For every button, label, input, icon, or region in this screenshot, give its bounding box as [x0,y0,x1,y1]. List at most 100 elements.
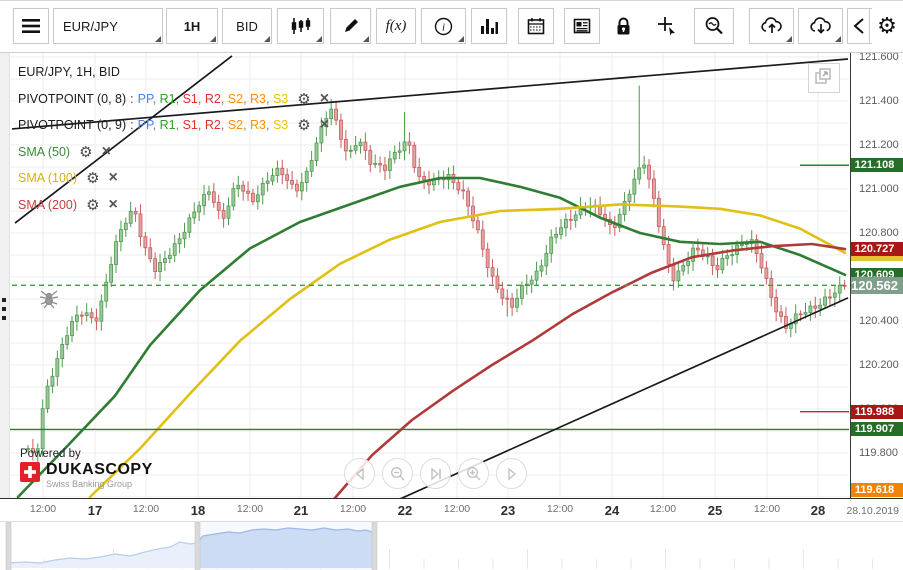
minimap-handle[interactable] [6,522,11,570]
draw-tools-button[interactable] [330,8,371,44]
dropdown-corner-icon [458,36,464,42]
chart-panel: EUR/JPY, 1H, BID PIVOTPOINT (0, 8) :PP, … [0,53,903,498]
gear-icon[interactable]: ⚙ [79,143,92,161]
spider-icon[interactable] [38,287,60,314]
skip-to-end-button[interactable] [420,458,451,489]
minimap-handle[interactable] [372,522,377,570]
dropdown-corner-icon [786,36,792,42]
trading-chart-app: EUR/JPY 1H BID f(x) i [0,0,903,570]
zoom-in-button[interactable] [458,458,489,489]
cloud-download-button[interactable] [798,8,843,44]
pencil-icon [342,17,360,35]
price-axis: 121.600121.400121.200121.000120.800120.6… [850,53,903,498]
minimap-range-selector[interactable] [0,521,903,570]
bid-ask-selector[interactable]: BID [222,8,272,44]
close-icon[interactable]: × [320,116,329,134]
zoom-tool-button[interactable] [694,8,734,44]
pivot-token-r2: R2 [205,118,221,132]
gear-icon[interactable]: ⚙ [297,116,310,134]
drag-handle-icon[interactable] [2,293,6,325]
branding: Powered by DUKASCOPY Swiss Banking Group [20,448,153,489]
magnifier-wave-icon [704,16,724,36]
pivot-token-s1: S1 [183,118,198,132]
time-tick-label: 12:00 [444,503,470,515]
scroll-left-button[interactable] [847,8,870,44]
price-tick-label: 120.400 [859,315,899,327]
time-tick-label: 18 [191,503,205,518]
dropdown-corner-icon [210,36,216,42]
price-tick-label: 121.600 [859,53,899,63]
date-label: 28.10.2019 [846,505,899,517]
pivot-token-s2: S2 [228,118,243,132]
volume-button[interactable] [471,8,507,44]
gear-icon[interactable]: ⚙ [86,196,99,214]
legend-pivotpoint-9: PIVOTPOINT (0, 9) :PP, R1, S1, R2, S2, R… [18,112,329,139]
time-tick-label: 22 [398,503,412,518]
news-button[interactable] [564,8,600,44]
close-icon[interactable]: × [320,90,329,108]
cloud-upload-button[interactable] [749,8,794,44]
cloud-upload-icon [760,17,784,35]
legend-sma-200: SMA (200) ⚙ × [18,192,329,219]
crosshair-button[interactable] [648,8,686,44]
close-icon[interactable]: × [109,169,118,187]
time-tick-label: 12:00 [237,503,263,515]
hamburger-icon [21,18,41,34]
info-button[interactable]: i [421,8,466,44]
price-level-badge: 119.907 [850,422,903,436]
settings-button[interactable]: ⚙ [872,8,902,44]
toolbar: EUR/JPY 1H BID f(x) i [0,1,903,53]
powered-by-text: Powered by [20,448,153,460]
zoom-out-button[interactable] [382,458,413,489]
time-tick-label: 28 [811,503,825,518]
price-tick-label: 120.800 [859,227,899,239]
time-tick-label: 12:00 [133,503,159,515]
calendar-icon [527,17,545,35]
brand-name: DUKASCOPY [46,462,153,478]
time-tick-label: 12:00 [340,503,366,515]
close-icon[interactable]: × [109,196,118,214]
time-tick-label: 23 [501,503,515,518]
indicator-label: SMA (100) [18,171,77,185]
legend-sma-50: SMA (50) ⚙ × [18,139,329,166]
candlestick-icon [290,17,312,35]
minimap-handle[interactable] [195,522,200,570]
dropdown-corner-icon [316,36,322,42]
gear-icon[interactable]: ⚙ [86,169,99,187]
period-label: 1H [184,19,201,34]
price-level-badge: 121.108 [850,158,903,172]
pivot-token-pp: PP [138,118,153,132]
indicator-label: SMA (50) [18,145,70,159]
pivot-token-s1: S1 [183,92,198,106]
dropdown-corner-icon [264,36,270,42]
pivot-token-r1: R1 [160,92,176,106]
time-tick-label: 24 [605,503,619,518]
time-tick-label: 12:00 [650,503,676,515]
popout-button[interactable] [808,63,840,93]
dropdown-corner-icon [155,36,161,42]
side-label: BID [236,19,258,34]
pivot-token-r3: R3 [250,92,266,106]
time-tick-label: 12:00 [547,503,573,515]
time-axis: 28.10.2019 12:001712:001812:002112:00221… [0,498,903,521]
legend-pivotpoint-8: PIVOTPOINT (0, 8) :PP, R1, S1, R2, S2, R… [18,86,329,113]
step-back-button[interactable] [344,458,375,489]
lock-button[interactable] [607,8,639,44]
time-tick-label: 12:00 [754,503,780,515]
legend-title: EUR/JPY, 1H, BID [18,59,329,86]
calendar-button[interactable] [518,8,554,44]
legend-sma-100: SMA (100) ⚙ × [18,165,329,192]
pivot-token-s3: S3 [273,118,288,132]
period-selector[interactable]: 1H [166,8,218,44]
gear-icon[interactable]: ⚙ [297,90,310,108]
panel-resize-strip[interactable] [0,53,10,498]
menu-button[interactable] [13,8,49,44]
step-forward-button[interactable] [496,458,527,489]
bar-chart-icon [480,17,498,35]
close-icon[interactable]: × [102,143,111,161]
time-tick-label: 12:00 [30,503,56,515]
brand-subtitle: Swiss Banking Group [46,479,153,489]
instrument-selector[interactable]: EUR/JPY [53,8,163,44]
chart-type-button[interactable] [277,8,324,44]
indicators-button[interactable]: f(x) [376,8,416,44]
